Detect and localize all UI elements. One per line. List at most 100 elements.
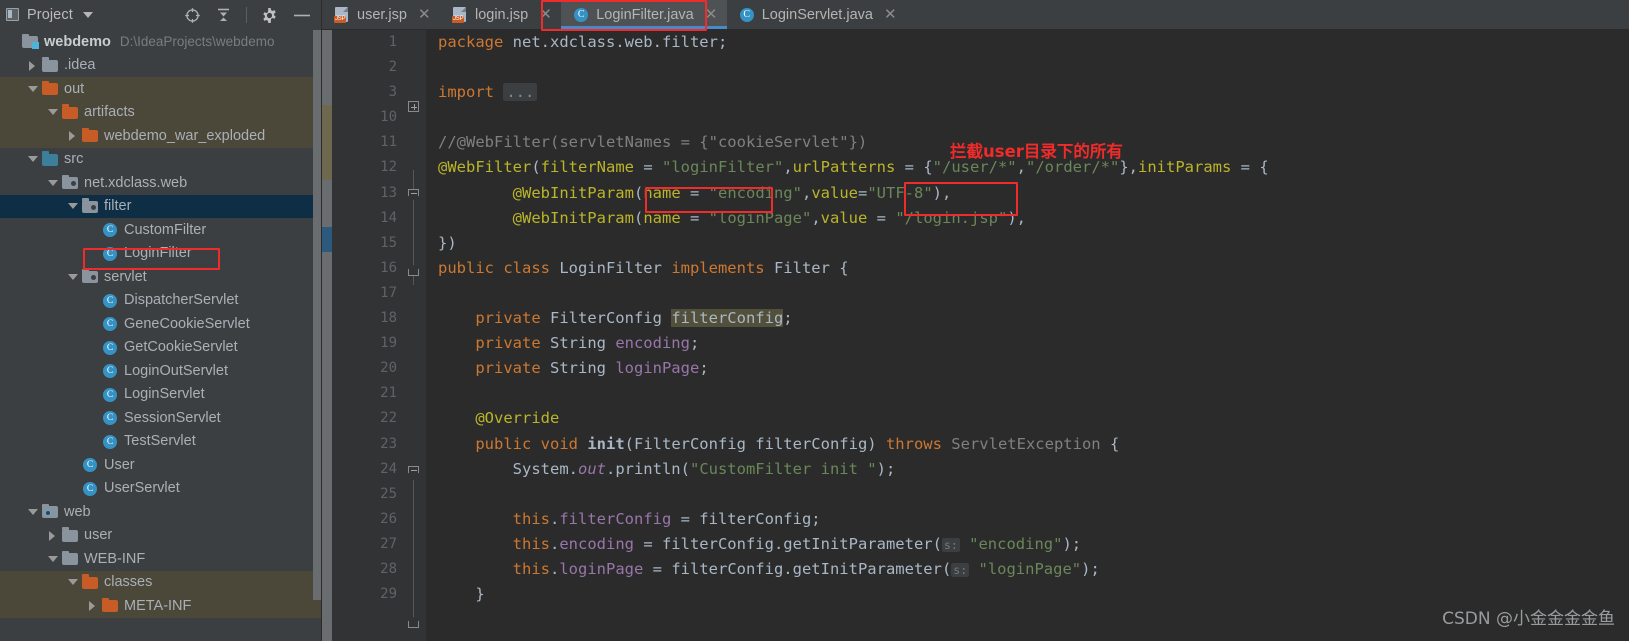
locate-target-icon[interactable]	[184, 7, 201, 24]
tree-item--idea[interactable]: .idea	[0, 54, 322, 78]
code-line-17[interactable]	[438, 281, 1629, 306]
fold-expand-import[interactable]	[408, 101, 420, 113]
package-icon	[82, 198, 99, 214]
gear-icon[interactable]	[261, 7, 278, 24]
line-number: 28	[380, 560, 397, 577]
chevron-right-icon[interactable]	[26, 58, 40, 72]
minimize-icon[interactable]	[292, 7, 312, 24]
code-line-13[interactable]: @WebInitParam(name = "encoding",value="U…	[438, 181, 1629, 206]
code-line-25[interactable]	[438, 482, 1629, 507]
chevron-right-icon[interactable]	[66, 129, 80, 143]
tree-item-src[interactable]: src	[0, 148, 322, 172]
tree-item-loginoutservlet[interactable]: C LoginOutServlet	[0, 359, 322, 383]
code-line-16[interactable]: public class LoginFilter implements Filt…	[438, 256, 1629, 281]
close-icon[interactable]: ✕	[539, 7, 552, 22]
code-line-19[interactable]: private String encoding;	[438, 331, 1629, 356]
chevron-down-icon[interactable]	[26, 505, 40, 519]
code-line-18[interactable]: private FilterConfig filterConfig;	[438, 306, 1629, 331]
tree-item-artifacts[interactable]: artifacts	[0, 100, 322, 124]
fold-collapse-init[interactable]	[408, 466, 420, 478]
tree-item-loginfilter[interactable]: C LoginFilter	[0, 242, 322, 266]
chevron-down-icon[interactable]	[26, 152, 40, 166]
code-line-28[interactable]: this.loginPage = filterConfig.getInitPar…	[438, 557, 1629, 582]
tab-login-jsp[interactable]: JSP login.jsp ✕	[439, 0, 562, 29]
code-line-24[interactable]: System.out.println("CustomFilter init ")…	[438, 457, 1629, 482]
code-line-20[interactable]: private String loginPage;	[438, 356, 1629, 381]
collapse-all-icon[interactable]	[215, 7, 232, 24]
tab-loginservlet-java[interactable]: C LoginServlet.java ✕	[726, 0, 906, 29]
chevron-right-icon[interactable]	[86, 599, 100, 613]
line-number: 26	[380, 510, 397, 527]
line-number: 27	[380, 535, 397, 552]
code-line-10[interactable]	[438, 105, 1629, 130]
tree-item-label: SessionServlet	[124, 409, 221, 426]
tree-item-web[interactable]: web	[0, 500, 322, 524]
chevron-down-icon[interactable]	[46, 105, 60, 119]
chevron-down-icon[interactable]	[66, 575, 80, 589]
code-line-21[interactable]	[438, 381, 1629, 406]
tree-item-servlet[interactable]: servlet	[0, 265, 322, 289]
code-lines[interactable]: package net.xdclass.web.filter; import ..…	[426, 30, 1629, 641]
tree-item-classes[interactable]: classes	[0, 570, 322, 594]
code-line-26[interactable]: this.filterConfig = filterConfig;	[438, 507, 1629, 532]
module-folder-icon	[22, 33, 39, 50]
project-tree[interactable]: webdemo D:\IdeaProjects\webdemo .idea out ar…	[0, 30, 322, 641]
code-line-1[interactable]: package net.xdclass.web.filter;	[438, 30, 1629, 55]
tab-loginfilter-java[interactable]: C LoginFilter.java ✕	[561, 0, 727, 29]
editor-tab-bar[interactable]: JSP user.jsp ✕ JSP login.jsp ✕ C LoginFilter.ja…	[322, 0, 1629, 30]
close-icon[interactable]: ✕	[884, 7, 897, 22]
tree-item-label: CustomFilter	[124, 221, 207, 238]
tree-item-user[interactable]: user	[0, 524, 322, 548]
tree-item-userservlet[interactable]: C UserServlet	[0, 477, 322, 501]
tree-item-webdemo[interactable]: webdemo D:\IdeaProjects\webdemo	[0, 30, 322, 54]
code-folding-strip[interactable]	[404, 30, 426, 641]
chevron-down-icon[interactable]	[66, 270, 80, 284]
chevron-down-icon[interactable]	[82, 12, 93, 18]
tab-user-jsp[interactable]: JSP user.jsp ✕	[322, 0, 440, 29]
code-line-27[interactable]: this.encoding = filterConfig.getInitPara…	[438, 532, 1629, 557]
code-editor[interactable]: 1231011121314151617181920212223@24252627…	[322, 30, 1629, 641]
fold-collapse-webfilter[interactable]	[408, 189, 420, 201]
fold-end-init[interactable]	[408, 617, 420, 629]
code-line-3[interactable]: import ...	[438, 80, 1629, 105]
chevron-down-icon[interactable]	[46, 552, 60, 566]
tree-item-label: TestServlet	[124, 433, 196, 450]
tree-item-out[interactable]: out	[0, 77, 322, 101]
tree-item-loginservlet[interactable]: C LoginServlet	[0, 383, 322, 407]
java-class-icon: C	[102, 363, 119, 379]
tree-item-user[interactable]: C User	[0, 453, 322, 477]
editor-marker-strip[interactable]	[322, 30, 332, 641]
tree-item-label: .idea	[64, 57, 96, 74]
line-number: 18	[380, 310, 397, 327]
tree-item-dispatcherservlet[interactable]: C DispatcherServlet	[0, 289, 322, 313]
tree-item-getcookieservlet[interactable]: C GetCookieServlet	[0, 336, 322, 360]
folder-excluded-icon	[82, 574, 99, 590]
chevron-right-icon[interactable]	[46, 528, 60, 542]
tab-label: LoginServlet.java	[761, 6, 873, 23]
code-line-2[interactable]	[438, 55, 1629, 80]
tree-item-sessionservlet[interactable]: C SessionServlet	[0, 406, 322, 430]
tree-item-web-inf[interactable]: WEB-INF	[0, 547, 322, 571]
chevron-down-icon[interactable]	[46, 176, 60, 190]
tree-item-filter[interactable]: filter	[0, 194, 322, 218]
tree-item-webdemo-war-exploded[interactable]: webdemo_war_exploded	[0, 124, 322, 148]
java-class-icon: C	[102, 410, 119, 426]
close-icon[interactable]: ✕	[705, 7, 718, 22]
code-line-15[interactable]: })	[438, 231, 1629, 256]
code-line-14[interactable]: @WebInitParam(name = "loginPage",value =…	[438, 206, 1629, 231]
tree-item-customfilter[interactable]: C CustomFilter	[0, 218, 322, 242]
tree-item-meta-inf[interactable]: META-INF	[0, 594, 322, 618]
line-number: 15	[380, 234, 397, 251]
fold-end-webfilter[interactable]	[408, 265, 420, 277]
tree-item-label: out	[64, 80, 85, 97]
chevron-down-icon[interactable]	[66, 199, 80, 213]
tree-item-testservlet[interactable]: C TestServlet	[0, 430, 322, 454]
tree-item-net-xdclass-web[interactable]: net.xdclass.web	[0, 171, 322, 195]
tree-item-label: GetCookieServlet	[124, 339, 238, 356]
tree-item-genecookieservlet[interactable]: C GeneCookieServlet	[0, 312, 322, 336]
code-line-23[interactable]: public void init(FilterConfig filterConf…	[438, 432, 1629, 457]
chevron-down-icon[interactable]	[26, 82, 40, 96]
close-icon[interactable]: ✕	[418, 7, 431, 22]
code-line-22[interactable]: @Override	[438, 406, 1629, 431]
